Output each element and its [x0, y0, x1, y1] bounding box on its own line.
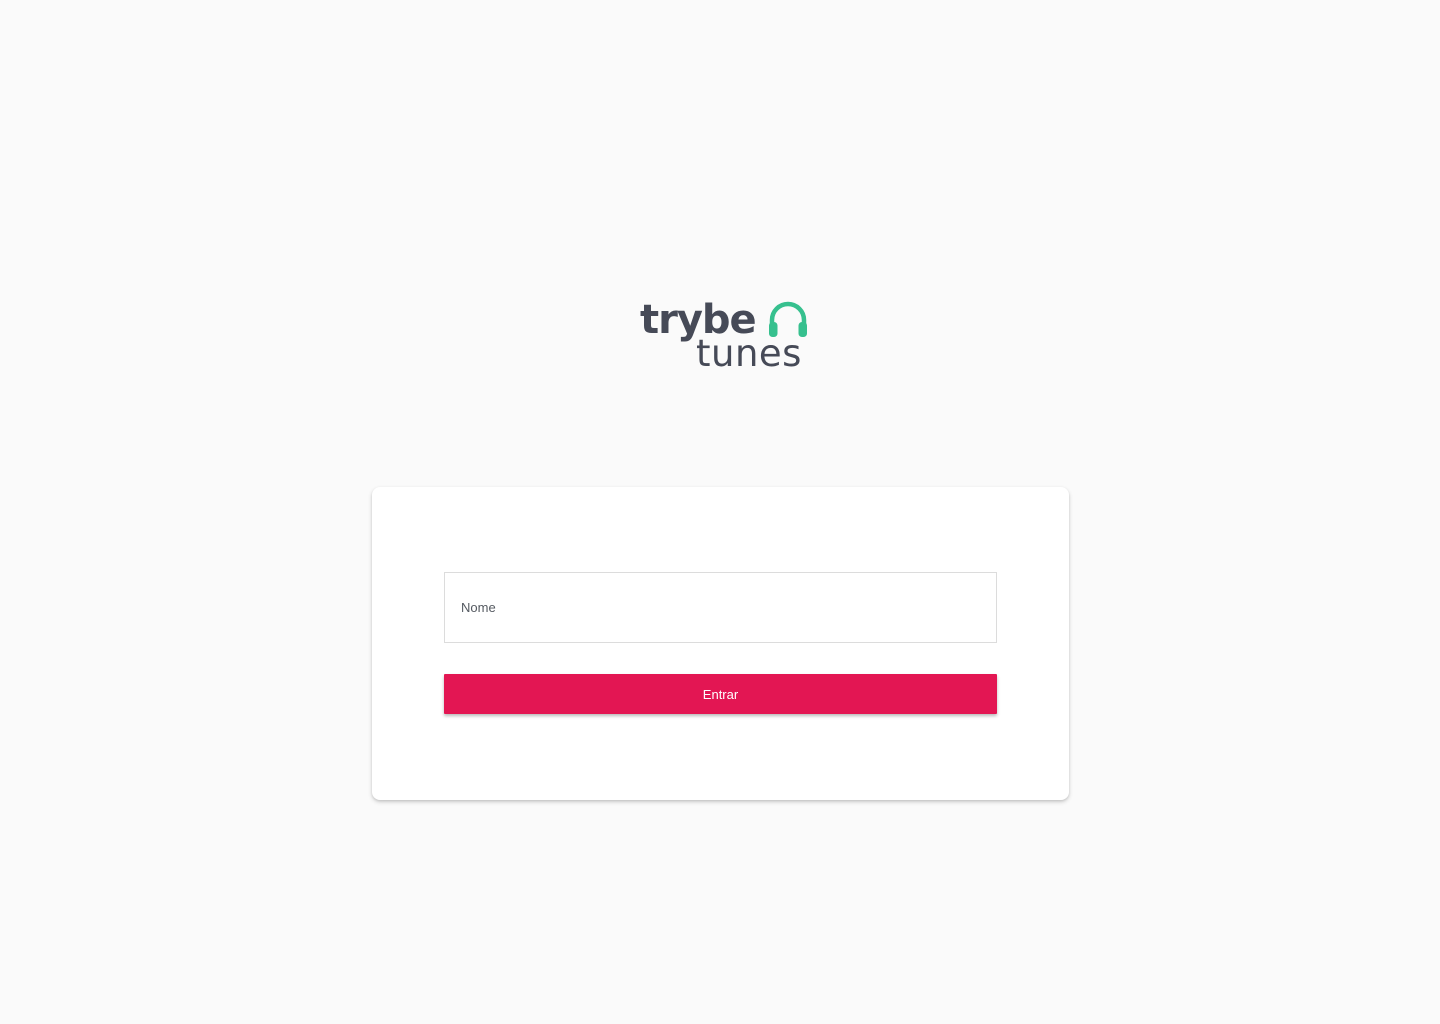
enter-button[interactable]: Entrar	[444, 674, 997, 714]
login-card: Entrar	[372, 487, 1069, 800]
login-page: trybe tunes Entrar	[0, 0, 1440, 1024]
trybetunes-logo: trybe tunes	[640, 296, 812, 378]
logo-text-tunes: tunes	[696, 332, 802, 375]
name-input[interactable]	[444, 572, 997, 643]
